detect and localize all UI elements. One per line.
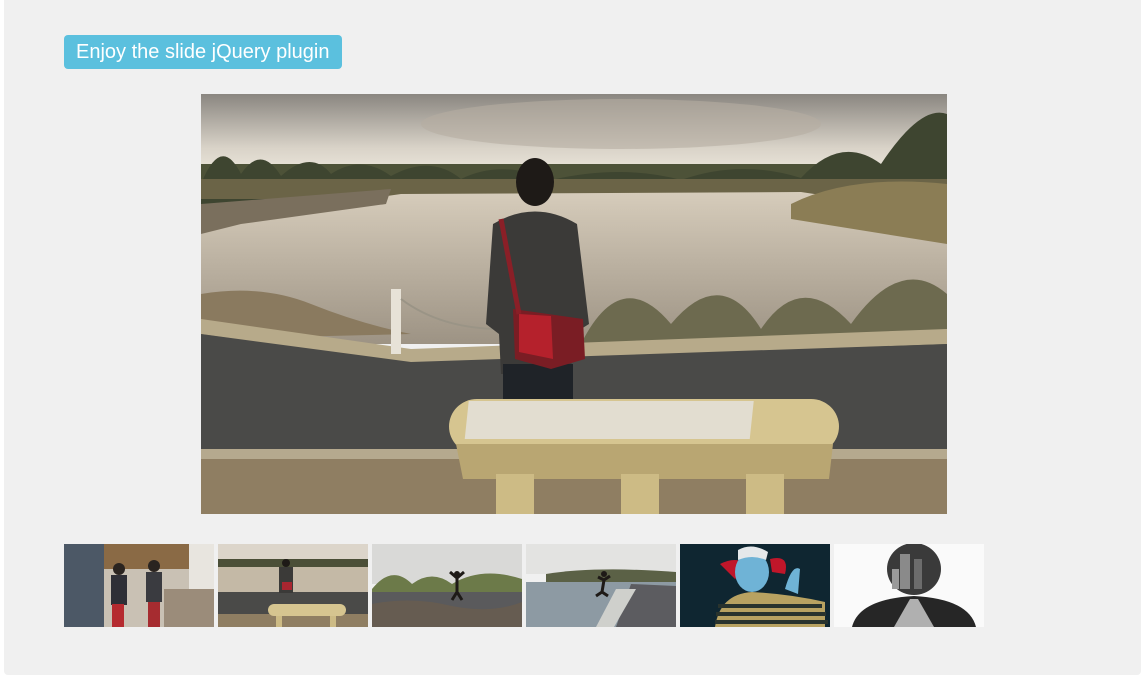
thumbnail-6[interactable] [834,544,984,627]
thumbnail-2[interactable] [218,544,368,627]
thumbnail-5[interactable] [680,544,830,627]
main-slide-photo [201,94,947,514]
thumbnail-double-exposure-photo [834,544,984,627]
main-slide-image[interactable] [201,94,947,514]
thumbnail-lake-photo [218,544,368,627]
thumbnail-leaves-jump-photo [372,544,522,627]
thumbnail-1[interactable] [64,544,214,627]
slider-title-badge: Enjoy the slide jQuery plugin [64,35,342,69]
thumbnail-3[interactable] [372,544,522,627]
thumbnail-strip [64,544,984,627]
thumbnail-waterside-jump-photo [526,544,676,627]
thumbnail-kitchen-photo [64,544,214,627]
thumbnail-4[interactable] [526,544,676,627]
thumbnail-inverted-portrait-photo [680,544,830,627]
